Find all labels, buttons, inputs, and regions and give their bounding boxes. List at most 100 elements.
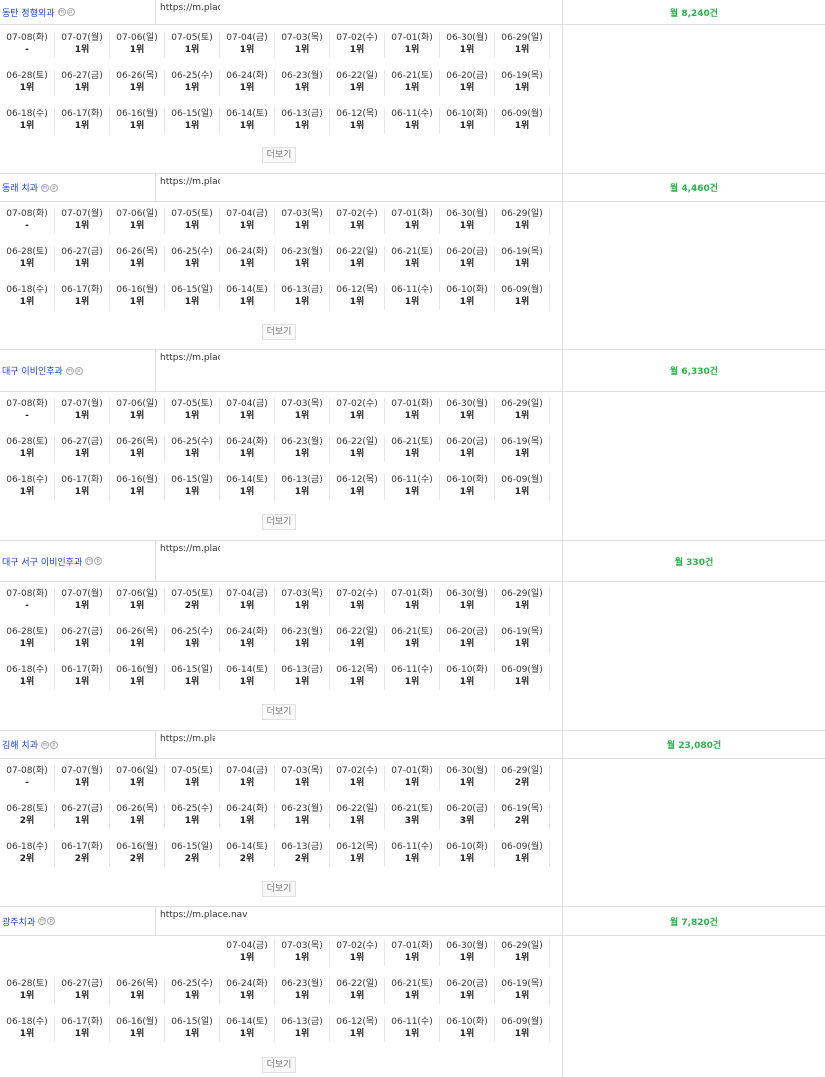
rank-value: 1위 <box>294 778 310 788</box>
rank-date: 06-22(일) <box>336 804 378 814</box>
keyword-link[interactable]: 동탄 정형외과 <box>2 6 55 19</box>
rank-day-cell: 07-04(금) 1위 <box>220 32 275 58</box>
place-url-text[interactable]: https://m.pla <box>160 734 215 744</box>
rank-value: 1위 <box>514 677 530 687</box>
rank-date: 07-01(화) <box>391 941 433 951</box>
pc-circle-icon[interactable]: p <box>94 557 103 565</box>
rank-value: 2위 <box>129 854 145 864</box>
url-cell: https://m.pla <box>155 731 562 758</box>
keyword-link[interactable]: 김해 치과 <box>2 738 38 751</box>
rank-date: 06-27(금) <box>61 979 103 989</box>
place-url-text[interactable]: https://m.place.r <box>160 544 220 554</box>
rank-date: 06-29(일) <box>501 209 543 219</box>
rank-date: 06-27(금) <box>61 804 103 814</box>
rank-day-cell: 06-27(금) 1위 <box>55 246 110 272</box>
rank-day-cell: 06-09(월) 1위 <box>495 841 550 867</box>
rank-date: 06-14(토) <box>226 842 268 852</box>
rank-day-cell: 06-16(월) 1위 <box>110 1016 165 1042</box>
rank-date: 07-07(월) <box>61 589 103 599</box>
more-button[interactable]: 더보기 <box>262 147 296 163</box>
rank-date: 06-24(화) <box>226 247 268 257</box>
rank-date: 06-21(토) <box>391 804 433 814</box>
rank-value: 1위 <box>19 83 35 93</box>
keyword-link[interactable]: 동래 치과 <box>2 181 38 194</box>
monthly-volume: 월 4,460건 <box>562 174 825 201</box>
rank-date: 06-23(월) <box>281 247 323 257</box>
rank-day-cell: 06-29(일) 1위 <box>495 588 550 614</box>
rank-day-cell: 06-19(목) 1위 <box>495 978 550 1004</box>
rank-value: 1위 <box>19 677 35 687</box>
pc-circle-icon[interactable]: p <box>74 366 83 375</box>
rank-value: 1위 <box>129 221 145 231</box>
rank-date: 07-02(수) <box>336 941 378 951</box>
place-url-text[interactable]: https://m.place.nave <box>160 910 248 920</box>
rank-day-cell: 07-03(목) 1위 <box>275 208 330 234</box>
rank-value: 1위 <box>404 953 420 963</box>
rank-value: 1위 <box>404 639 420 649</box>
rank-value: 1위 <box>459 778 475 788</box>
rank-date: 06-26(목) <box>116 71 158 81</box>
rank-date: 06-12(목) <box>336 842 378 852</box>
rank-day-cell: 06-24(화) 1위 <box>220 626 275 652</box>
rank-date: 06-28(토) <box>6 71 48 81</box>
rank-value: 1위 <box>74 601 90 611</box>
rank-day-cell: 06-26(목) 1위 <box>110 246 165 272</box>
rank-day-cell: 06-15(일) 1위 <box>165 474 220 500</box>
place-url-text[interactable]: https://m.plac <box>160 3 220 13</box>
more-button[interactable]: 더보기 <box>262 514 296 530</box>
rank-date: 07-06(일) <box>116 33 158 43</box>
mobile-circle-icon[interactable]: m <box>65 366 74 375</box>
more-button[interactable]: 더보기 <box>262 324 296 340</box>
pc-circle-icon[interactable]: p <box>47 917 56 925</box>
more-button[interactable]: 더보기 <box>262 704 296 720</box>
rank-day-cell: 06-30(월) 1위 <box>440 588 495 614</box>
mobile-circle-icon[interactable]: m <box>40 740 49 749</box>
more-button[interactable]: 더보기 <box>262 881 296 897</box>
mobile-circle-icon[interactable]: m <box>57 8 66 16</box>
pc-circle-icon[interactable]: p <box>49 183 58 192</box>
rank-value: 1위 <box>404 601 420 611</box>
rank-day-cell: 06-23(월) 1위 <box>275 626 330 652</box>
rank-value: 1위 <box>404 991 420 1001</box>
mobile-circle-icon[interactable]: m <box>40 183 49 192</box>
rank-history-body: 07-08(화) -07-07(월) 1위 07-06(일) 1위 07-05(토) 1위 0… <box>0 759 825 907</box>
keyword-cell: 대구 서구 이비인후과 m p <box>0 541 155 581</box>
rank-day-cell: 06-22(일) 1위 <box>330 70 385 96</box>
rank-day-cell: 06-23(월) 1위 <box>275 70 330 96</box>
more-button[interactable]: 더보기 <box>262 1057 296 1073</box>
rank-date: 07-03(목) <box>281 589 323 599</box>
rank-value: 1위 <box>74 45 90 55</box>
rank-date: 06-29(일) <box>501 941 543 951</box>
place-url-text[interactable]: https://m.plac <box>160 353 220 363</box>
rank-value: 1위 <box>129 816 145 826</box>
rank-date: 06-21(토) <box>391 627 433 637</box>
rank-day-cell: 06-19(목) 1위 <box>495 246 550 272</box>
rank-date: 07-06(일) <box>116 209 158 219</box>
rank-date: 07-06(일) <box>116 589 158 599</box>
rank-value: 1위 <box>184 121 200 131</box>
keyword-link[interactable]: 대구 이비인후과 <box>2 364 63 377</box>
keyword-link[interactable]: 광주치과 <box>2 915 35 928</box>
mobile-circle-icon[interactable]: m <box>38 917 47 925</box>
rank-date: 07-02(수) <box>336 766 378 776</box>
rank-day-cell: 07-01(화) 1위 <box>385 588 440 614</box>
pc-circle-icon[interactable]: p <box>49 740 58 749</box>
mobile-circle-icon[interactable]: m <box>85 557 94 565</box>
rank-date: 06-19(목) <box>501 247 543 257</box>
rank-day-cell: 06-10(화) 1위 <box>440 474 495 500</box>
rank-value: 1위 <box>74 449 90 459</box>
rank-day-row: 07-08(화) -07-07(월) 1위 07-06(일) 1위 07-05(토) 1위 0… <box>0 32 550 58</box>
rank-value: 1위 <box>19 259 35 269</box>
place-url-text[interactable]: https://m.plac <box>160 177 220 187</box>
rank-value: 1위 <box>239 83 255 93</box>
pc-circle-icon[interactable]: p <box>66 8 75 16</box>
rank-date: 06-09(월) <box>501 842 543 852</box>
rank-day-cell: 06-18(수) 1위 <box>0 284 55 310</box>
rank-value: 1위 <box>514 411 530 421</box>
rank-day-cell: 06-09(월) 1위 <box>495 664 550 690</box>
rank-day-row: 07-08(화) -07-07(월) 1위 07-06(일) 1위 07-05(토) 1위 0… <box>0 765 550 791</box>
rank-value: 1위 <box>459 45 475 55</box>
keyword-link[interactable]: 대구 서구 이비인후과 <box>2 555 82 568</box>
rank-day-cell: 06-23(월) 1위 <box>275 246 330 272</box>
rank-day-cell: 06-21(토) 1위 <box>385 436 440 462</box>
